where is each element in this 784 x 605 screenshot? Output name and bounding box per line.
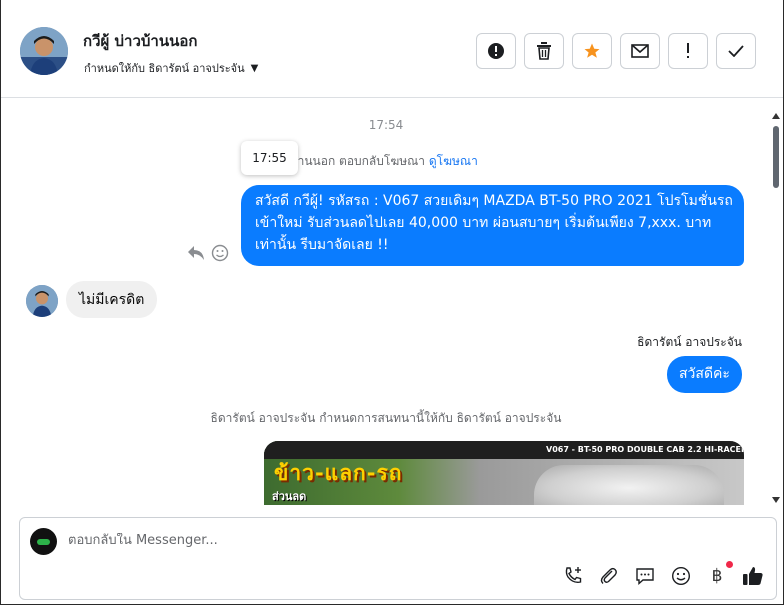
notification-dot [726,561,733,568]
car-image [534,465,724,505]
contact-avatar-small [26,285,58,317]
conversation-header: กวีผู้ บ่าวบ้านนอก กำหนดให้กับ ธิดารัตน์… [1,0,783,98]
messenger-window: กวีผู้ บ่าวบ้านนอก กำหนดให้กับ ธิดารัตน์… [0,0,784,605]
reply-input[interactable] [68,533,668,548]
reply-icon[interactable] [187,245,205,261]
composer-tools: ฿ [560,561,766,589]
saved-replies-button[interactable] [632,563,658,589]
chat-bubble-icon [636,568,654,586]
alert-circle-icon [488,43,504,59]
important-button[interactable] [668,33,708,69]
react-smiley-icon[interactable] [211,244,229,262]
time-tooltip: 17:55 [241,141,298,175]
star-button[interactable] [572,33,612,69]
exclamation-icon [687,43,689,58]
view-ad-link[interactable]: ดูโฆษณา [429,154,478,168]
ad-subline: ส่วนลด [272,490,307,503]
ad-reply-text: บ้านนอก ตอบกลับโฆษณา [290,154,426,168]
payment-button[interactable]: ฿ [704,561,733,589]
delete-button[interactable] [524,33,564,69]
scroll-down-arrow-icon[interactable] [772,497,780,503]
paperclip-icon [600,567,617,584]
assignee-dropdown[interactable]: กำหนดให้กับ ธิดารัตน์ อาจประจัน ▼ [84,59,258,77]
scrollbar[interactable] [771,99,781,507]
message-list[interactable]: 17:54 บ้านนอก ตอบกลับโฆษณา ดูโฆษณา 17:55… [1,99,771,505]
outgoing-ad-message[interactable]: สวัสดี กวีผู้! รหัสรถ : V067 สวยเดิมๆ MA… [241,185,744,266]
scroll-thumb[interactable] [773,126,779,188]
incoming-message[interactable]: ไม่มีเครดิต [66,281,158,318]
outgoing-reply[interactable]: สวัสดีค่ะ [667,356,742,393]
report-button[interactable] [476,33,516,69]
header-actions [476,33,756,69]
ad-image-preview[interactable]: V067 - BT-50 PRO DOUBLE CAB 2.2 HI-RACER… [264,441,744,505]
baht-icon: ฿ [711,566,723,586]
caret-down-icon: ▼ [250,62,259,74]
message-hover-tools [187,244,229,262]
call-add-button[interactable] [560,563,586,589]
emoji-button[interactable] [668,563,694,589]
envelope-icon [631,44,649,58]
ad-reply-notice: บ้านนอก ตอบกลับโฆษณา ดูโฆษณา [290,152,478,171]
contact-avatar[interactable] [20,27,68,75]
scroll-up-arrow-icon[interactable] [772,113,780,119]
thumbs-up-icon [743,567,763,585]
sender-name: ธิดารัตน์ อาจประจัน [637,335,742,349]
message-composer: ฿ [19,517,777,600]
phone-plus-icon [565,567,582,583]
assignment-notice: ธิดารัตน์ อาจประจัน กำหนดการสนทนานี้ให้ก… [210,411,562,425]
trash-icon [537,42,551,60]
timestamp: 17:54 [368,118,404,132]
ad-headline: ข้าว-แลก-รถ [274,461,403,485]
mark-unread-button[interactable] [620,33,660,69]
assignee-label: กำหนดให้กับ ธิดารัตน์ อาจประจัน [84,62,245,75]
smiley-icon [671,566,691,586]
done-button[interactable] [716,33,756,69]
attach-button[interactable] [596,563,622,589]
contact-name[interactable]: กวีผู้ บ่าวบ้านนอก [83,29,197,53]
star-icon [584,43,600,58]
checkmark-icon [728,45,744,57]
page-avatar [30,528,57,555]
like-button[interactable] [740,563,766,589]
